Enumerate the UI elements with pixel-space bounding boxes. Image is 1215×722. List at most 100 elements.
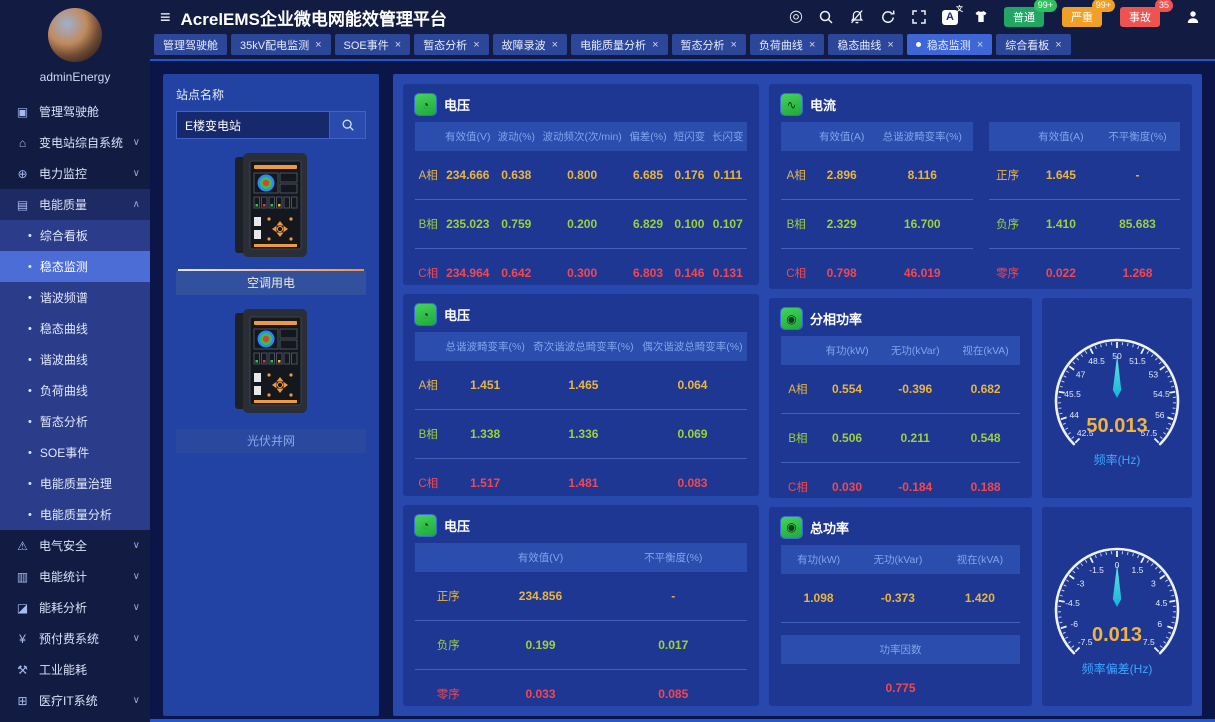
user-icon[interactable]	[1185, 9, 1201, 25]
sidebar-submenu: •综合看板•稳态监测•谐波频谱•稳态曲线•谐波曲线•负荷曲线•暂态分析•SOE事…	[0, 220, 150, 530]
data-table: 总谐波畸变率(%)奇次谐波总畸变率(%)偶次谐波总畸变率(%)A相1.4511.…	[415, 332, 747, 495]
tab-SOE事件[interactable]: SOE事件×	[335, 34, 411, 55]
sidebar-subitem[interactable]: •负荷曲线	[0, 375, 150, 406]
sidebar-item[interactable]: ⌂变电站综自系统∨	[0, 127, 150, 158]
tab-负荷曲线[interactable]: 负荷曲线×	[750, 34, 824, 55]
sidebar-item-label: 电能统计	[39, 568, 87, 585]
sidebar-item[interactable]: ▤电能质量∧	[0, 189, 150, 220]
device-image	[176, 307, 366, 419]
cell-value: 0.775	[781, 664, 1020, 706]
tab-label: 暂态分析	[423, 37, 467, 53]
cell-value: 0.682	[951, 365, 1020, 414]
sidebar-item[interactable]: ◪能耗分析∨	[0, 592, 150, 623]
fullscreen-icon[interactable]	[911, 9, 927, 25]
table-row: C相234.9640.6420.3006.8030.1460.131	[415, 249, 747, 286]
tab-暂态分析[interactable]: 暂态分析 ×	[414, 34, 488, 55]
gauge-needle	[1113, 564, 1122, 607]
gauge-tick-label: 45.5	[1064, 389, 1081, 399]
chevron-down-icon: ∨	[133, 137, 140, 148]
cell-value: 0.300	[538, 249, 625, 286]
search-button[interactable]	[330, 111, 366, 139]
close-icon[interactable]: ×	[552, 39, 558, 51]
sidebar-item[interactable]: ⚠电气安全∨	[0, 530, 150, 561]
notification-muted-icon[interactable]	[849, 9, 865, 25]
gauge-frequency: 42.54445.54748.55051.55354.55657.550.013…	[1042, 298, 1192, 497]
badge-count: 99+	[1034, 0, 1057, 12]
tab-label: 管理驾驶舱	[163, 37, 218, 53]
translate-icon[interactable]: A文	[942, 10, 958, 25]
tab-35kV配电监测[interactable]: 35kV配电监测×	[231, 34, 331, 55]
column-header: 有效值(V)	[481, 543, 599, 572]
sidebar-item-label: 医疗IT系统	[39, 692, 98, 709]
close-icon[interactable]: ×	[887, 39, 893, 51]
station-search-input[interactable]	[176, 111, 330, 139]
sidebar-subitem[interactable]: •稳态曲线	[0, 313, 150, 344]
tab-稳态曲线[interactable]: 稳态曲线×	[828, 34, 902, 55]
tab-稳态监测[interactable]: 稳态监测×	[907, 34, 992, 55]
cell-value: 0.033	[481, 669, 599, 706]
sidebar-subitem[interactable]: •综合看板	[0, 220, 150, 251]
close-icon[interactable]: ×	[473, 39, 479, 51]
sidebar-item[interactable]: ⚒工业能耗	[0, 654, 150, 685]
table-row: C相1.5171.4810.083	[415, 459, 747, 496]
sidebar-subitem[interactable]: •SOE事件	[0, 437, 150, 468]
avatar[interactable]	[48, 8, 102, 62]
close-icon[interactable]: ×	[315, 39, 321, 51]
column-header: 偶次谐波总畸变率(%)	[638, 332, 747, 361]
cell-value: 0.069	[638, 410, 747, 459]
aim-icon[interactable]: ◎	[789, 9, 803, 25]
sidebar-subitem-label: 谐波频谱	[40, 289, 88, 306]
alarm-badge-normal[interactable]: 普通99+	[1004, 7, 1044, 27]
menu-toggle-icon[interactable]: ≡	[160, 8, 171, 26]
close-icon[interactable]: ×	[395, 39, 401, 51]
tab-暂态分析[interactable]: 暂态分析×	[672, 34, 746, 55]
cell-value: 0.017	[600, 620, 748, 669]
close-icon[interactable]: ×	[652, 39, 658, 51]
close-icon[interactable]: ×	[977, 39, 983, 51]
sidebar-item-label: 预付费系统	[39, 630, 99, 647]
sidebar-item[interactable]: ⊕电力监控∨	[0, 158, 150, 189]
sidebar-subitem-label: 谐波曲线	[40, 351, 88, 368]
tab-管理驾驶舱[interactable]: 管理驾驶舱	[154, 34, 227, 55]
sidebar-subitem[interactable]: •电能质量治理	[0, 468, 150, 499]
search-icon[interactable]	[818, 9, 834, 25]
sidebar-subitem-label: 稳态曲线	[40, 320, 88, 337]
chevron-up-icon: ∧	[133, 199, 140, 210]
close-icon[interactable]: ×	[731, 39, 737, 51]
cell-value: 8.116	[872, 151, 973, 200]
sidebar-item[interactable]: ⊞医疗IT系统∨	[0, 685, 150, 716]
tab-故障录波[interactable]: 故障录波×	[493, 34, 567, 55]
sidebar: adminEnergy ▣管理驾驶舱⌂变电站综自系统∨⊕电力监控∨▤电能质量∧•…	[0, 0, 150, 722]
sidebar-item[interactable]: ¥预付费系统∨	[0, 623, 150, 654]
tab-电能质量分析[interactable]: 电能质量分析×	[571, 34, 667, 55]
sidebar-subitem[interactable]: •谐波曲线	[0, 344, 150, 375]
topbar: ≡ AcrelEMS企业微电网能效管理平台 ◎	[150, 0, 1215, 34]
sidebar-subitem[interactable]: •电能质量分析	[0, 499, 150, 530]
sidebar-item[interactable]: ▣管理驾驶舱	[0, 96, 150, 127]
sidebar-item[interactable]: ▥电能统计∨	[0, 561, 150, 592]
column-header: 视在(kVA)	[951, 336, 1020, 365]
device-label[interactable]: 光伏并网	[176, 429, 366, 453]
close-icon[interactable]: ×	[1055, 39, 1061, 51]
sidebar-item[interactable]: ◫设备监测∨	[0, 716, 150, 722]
table-row: B相0.5060.2110.548	[781, 414, 1020, 463]
close-icon[interactable]: ×	[809, 39, 815, 51]
analysis-icon: ◪	[15, 601, 30, 615]
sidebar-subitem[interactable]: •暂态分析	[0, 406, 150, 437]
chevron-down-icon: ∨	[133, 695, 140, 706]
device-label[interactable]: 空调用电	[176, 271, 366, 295]
sidebar-subitem[interactable]: •稳态监测	[0, 251, 150, 282]
alarm-badge-fault[interactable]: 事故35	[1120, 7, 1160, 27]
device-card[interactable]: 空调用电	[176, 151, 366, 295]
tab-综合看板[interactable]: 综合看板×	[996, 34, 1070, 55]
cell-value: 0.111	[709, 151, 747, 200]
device-card[interactable]: 光伏并网	[176, 307, 366, 453]
alarm-badge-severe[interactable]: 严重99+	[1062, 7, 1102, 27]
theme-icon[interactable]	[973, 9, 989, 25]
wave-icon: ∿	[781, 94, 802, 115]
sidebar-subitem[interactable]: •谐波频谱	[0, 282, 150, 313]
refresh-icon[interactable]	[880, 9, 896, 25]
tabbar: 管理驾驶舱35kV配电监测×SOE事件×暂态分析×故障录波×电能质量分析×暂态分…	[150, 34, 1215, 61]
badge-label: 普通	[1013, 9, 1035, 25]
gauge-tick-label: 47	[1076, 370, 1086, 380]
